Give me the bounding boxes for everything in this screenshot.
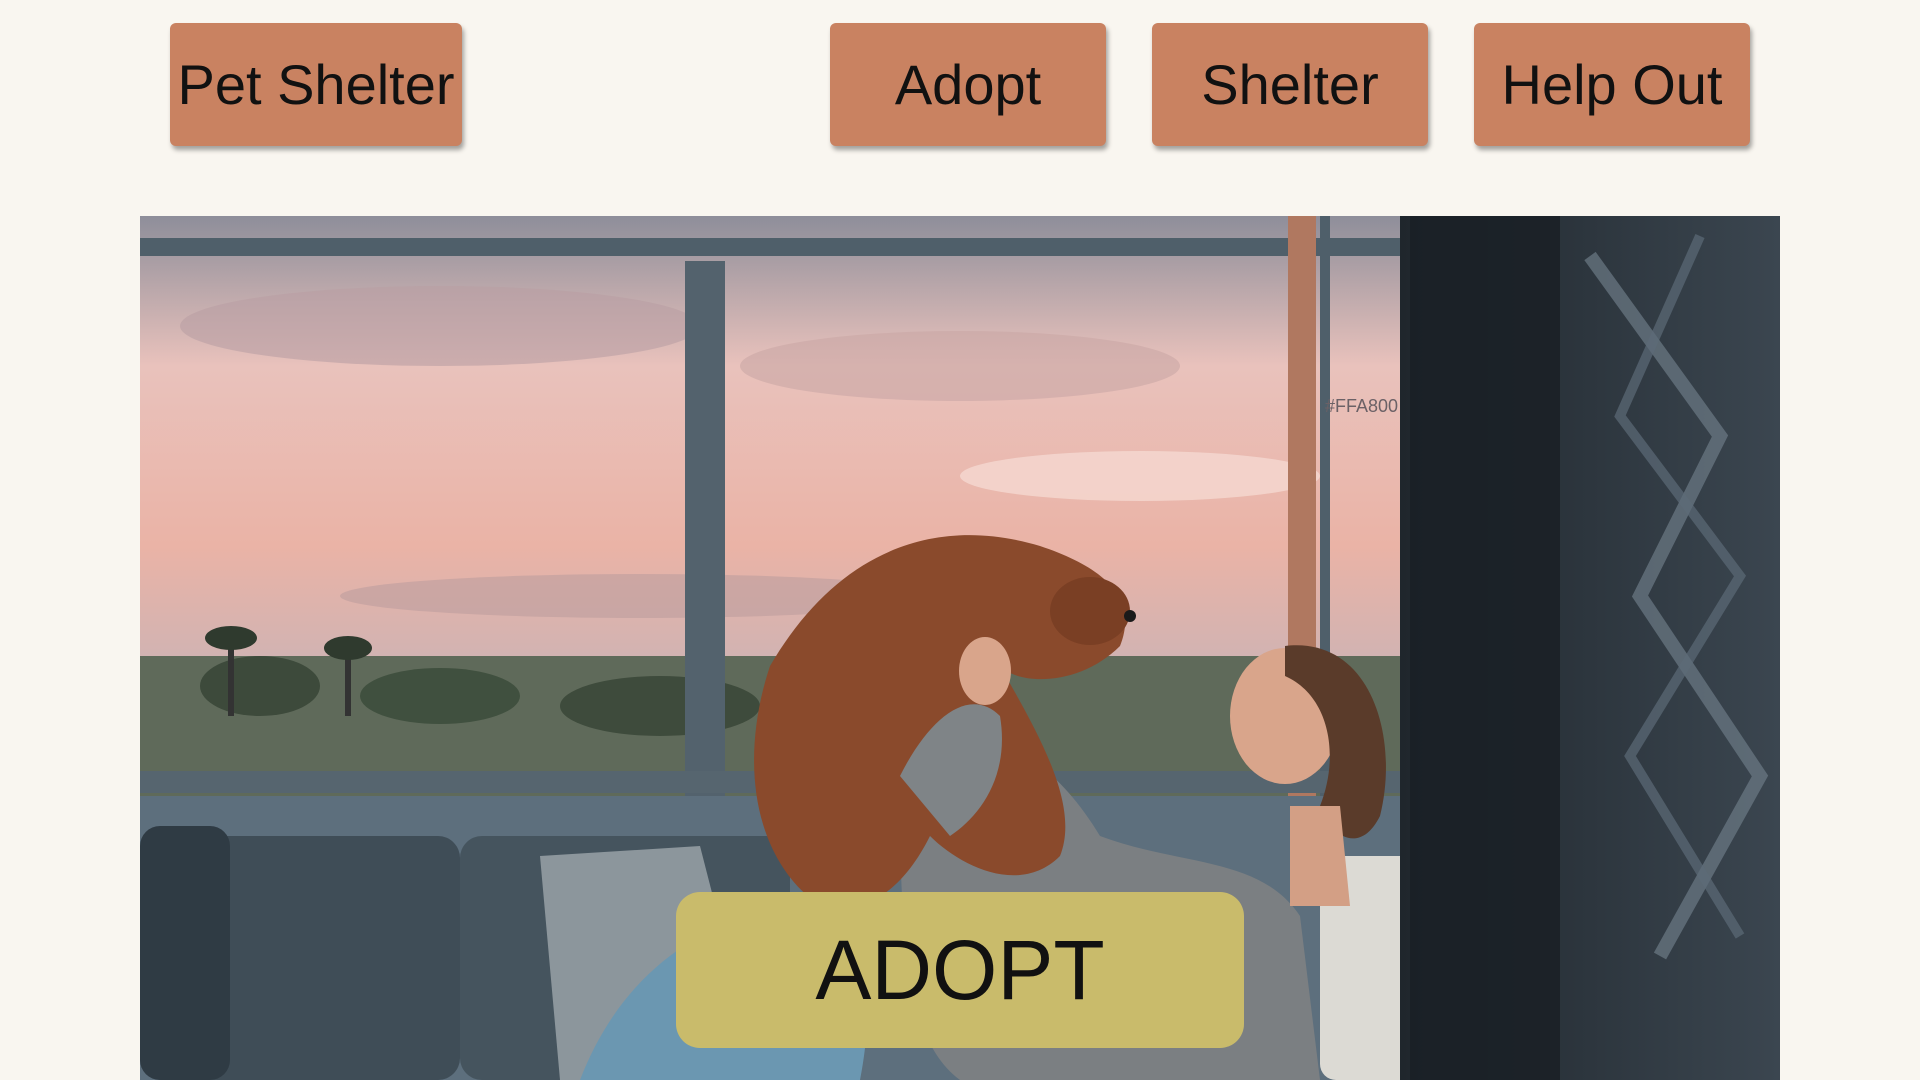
nav-help-out-button[interactable]: Help Out bbox=[1474, 23, 1750, 146]
nav-adopt-button[interactable]: Adopt bbox=[830, 23, 1106, 146]
brand-button[interactable]: Pet Shelter bbox=[170, 23, 462, 146]
image-caption: #FFA800 bbox=[1325, 396, 1399, 416]
adopt-cta-button[interactable]: ADOPT bbox=[676, 892, 1244, 1048]
nav-shelter-button[interactable]: Shelter bbox=[1152, 23, 1428, 146]
